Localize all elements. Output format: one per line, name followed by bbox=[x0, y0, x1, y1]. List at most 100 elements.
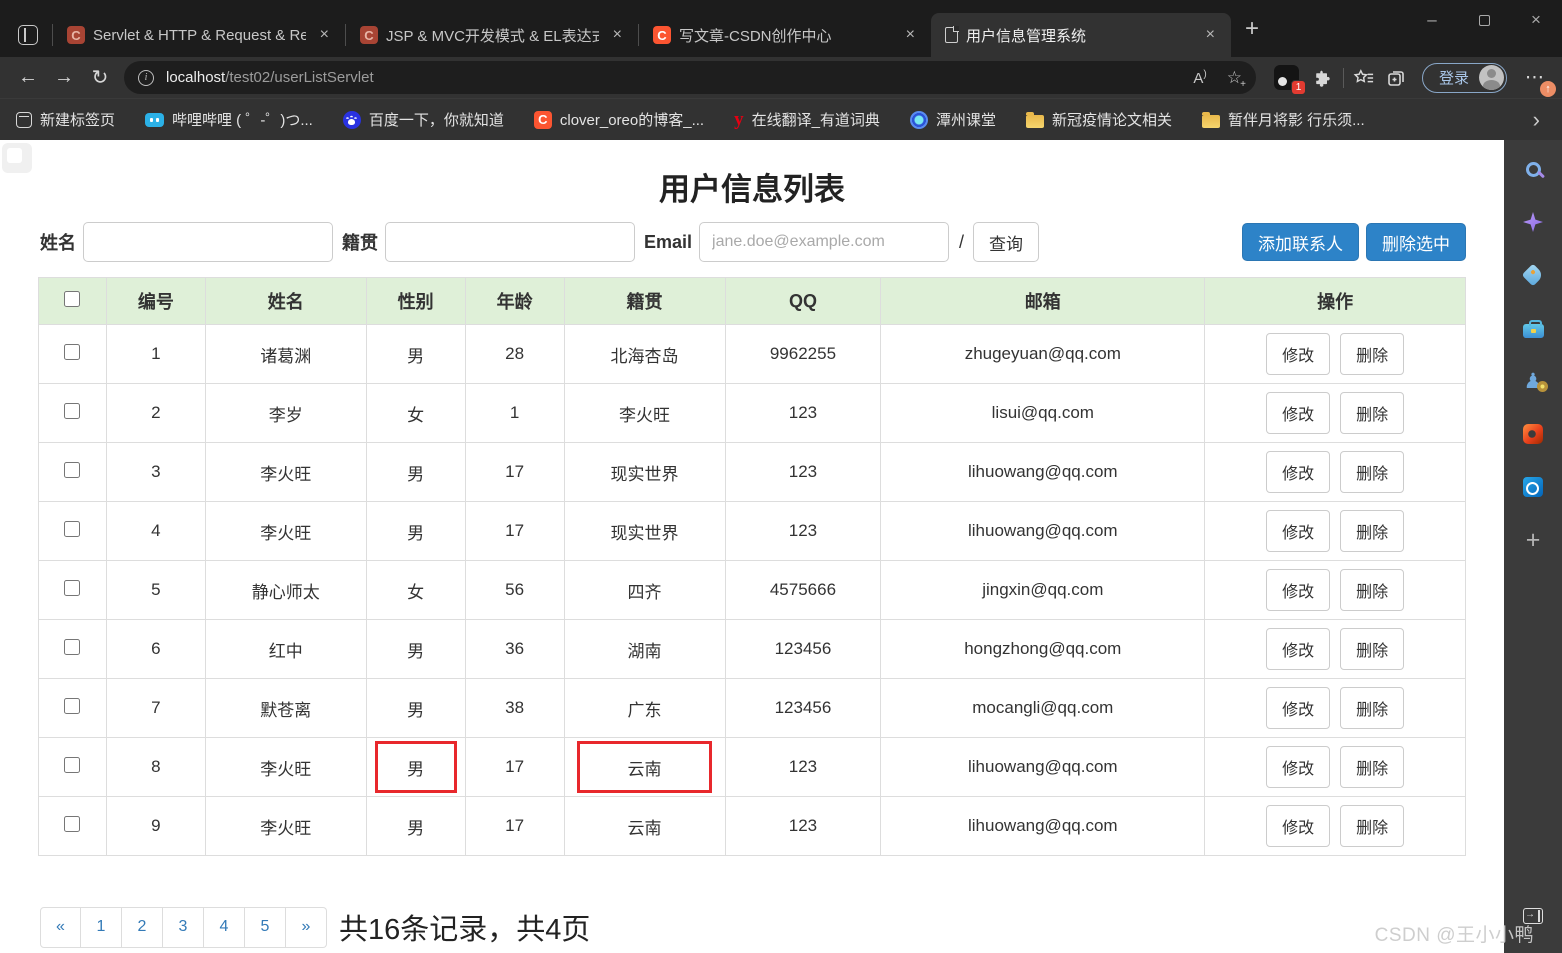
column-header: 编号 bbox=[105, 277, 206, 325]
search-icon[interactable] bbox=[1520, 156, 1546, 182]
read-aloud-icon[interactable]: A) bbox=[1193, 69, 1206, 87]
delete-button[interactable]: 删除 bbox=[1340, 510, 1405, 552]
origin-filter-input[interactable] bbox=[385, 222, 635, 262]
new-tab-button[interactable]: + bbox=[1245, 15, 1259, 43]
csdn-favicon: C bbox=[653, 26, 671, 44]
bookmark-bilibili[interactable]: 哔哩哔哩 ( ゜-゜)つ... bbox=[145, 109, 313, 130]
tab-close-icon[interactable]: × bbox=[314, 26, 335, 44]
edit-button[interactable]: 修改 bbox=[1266, 510, 1331, 552]
bookmark-baidu[interactable]: 百度一下，你就知道 bbox=[342, 109, 504, 130]
delete-button[interactable]: 删除 bbox=[1340, 569, 1405, 611]
tab-jsp-mvc[interactable]: C JSP & MVC开发模式 & EL表达式 × bbox=[346, 13, 638, 57]
delete-button[interactable]: 删除 bbox=[1340, 451, 1405, 493]
office-icon[interactable] bbox=[1520, 421, 1546, 447]
pager-page-1[interactable]: 1 bbox=[81, 906, 122, 948]
row-checkbox[interactable] bbox=[64, 638, 81, 655]
tab-close-icon[interactable]: × bbox=[607, 26, 628, 44]
tab-close-icon[interactable]: × bbox=[1200, 26, 1221, 44]
delete-button[interactable]: 删除 bbox=[1340, 628, 1405, 670]
forward-icon[interactable]: → bbox=[46, 61, 82, 95]
close-button[interactable]: × bbox=[1510, 0, 1562, 40]
delete-button[interactable]: 删除 bbox=[1340, 805, 1405, 847]
pager-next[interactable]: » bbox=[286, 906, 327, 948]
edit-button[interactable]: 修改 bbox=[1266, 569, 1331, 611]
edit-button[interactable]: 修改 bbox=[1266, 687, 1331, 729]
extensions-puzzle-icon[interactable] bbox=[1307, 62, 1339, 94]
cell-text: 123 bbox=[788, 462, 818, 481]
pager-page-5[interactable]: 5 bbox=[245, 906, 286, 948]
bookmark-folder[interactable]: 暂伴月将影 行乐须... bbox=[1201, 109, 1365, 130]
cell-qq: 4575666 bbox=[724, 560, 882, 620]
tab-user-management-active[interactable]: 用户信息管理系统 × bbox=[931, 13, 1231, 57]
shopping-tag-icon[interactable] bbox=[1520, 262, 1546, 288]
bookmarks-overflow-icon[interactable]: › bbox=[1533, 107, 1546, 133]
cell-age: 17 bbox=[464, 737, 565, 797]
pager-page-4[interactable]: 4 bbox=[204, 906, 245, 948]
pager-prev[interactable]: « bbox=[40, 906, 81, 948]
delete-button[interactable]: 删除 bbox=[1340, 392, 1405, 434]
add-favorite-icon[interactable]: ☆ + bbox=[1227, 68, 1246, 90]
name-filter-input[interactable] bbox=[83, 222, 333, 262]
bookmark-youdao[interactable]: 在线翻译_有道词典 bbox=[734, 109, 880, 131]
bookmark-folder[interactable]: 新冠疫情论文相关 bbox=[1025, 109, 1172, 130]
cell-actions: 修改 删除 bbox=[1204, 383, 1466, 443]
cell-age: 28 bbox=[464, 324, 565, 384]
outlook-icon[interactable] bbox=[1520, 474, 1546, 500]
delete-button[interactable]: 删除 bbox=[1340, 746, 1405, 788]
folder-icon bbox=[1025, 111, 1044, 128]
row-checkbox[interactable] bbox=[64, 756, 81, 773]
toolbox-icon[interactable] bbox=[1520, 315, 1546, 341]
cell-text: 男 bbox=[407, 523, 425, 543]
bookmark-newtab[interactable]: 新建标签页 bbox=[16, 109, 115, 130]
row-checkbox[interactable] bbox=[64, 815, 81, 832]
cell-text: lihuowang@qq.com bbox=[968, 462, 1118, 481]
games-icon[interactable] bbox=[1520, 368, 1549, 394]
row-checkbox[interactable] bbox=[64, 402, 81, 419]
bookmark-csdn[interactable]: clover_oreo的博客_... bbox=[533, 109, 704, 130]
delete-button[interactable]: 删除 bbox=[1340, 333, 1405, 375]
cell-text: zhugeyuan@qq.com bbox=[964, 344, 1121, 363]
row-checkbox[interactable] bbox=[64, 343, 81, 360]
add-app-icon[interactable] bbox=[1520, 527, 1546, 553]
favorites-icon[interactable] bbox=[1348, 62, 1380, 94]
pager-page-2[interactable]: 2 bbox=[122, 906, 163, 948]
select-all-checkbox[interactable] bbox=[64, 290, 81, 307]
edit-button[interactable]: 修改 bbox=[1266, 746, 1331, 788]
search-button[interactable]: 查询 bbox=[973, 222, 1040, 262]
cell-text: 3 bbox=[151, 462, 161, 481]
collections-icon[interactable] bbox=[1380, 62, 1412, 94]
url-text[interactable]: localhost/test02/userListServlet bbox=[166, 69, 374, 86]
minimize-button[interactable]: – bbox=[1406, 0, 1458, 40]
row-checkbox[interactable] bbox=[64, 461, 81, 478]
pager-page-3[interactable]: 3 bbox=[163, 906, 204, 948]
tab-actions-icon[interactable] bbox=[18, 25, 38, 45]
column-header: 操作 bbox=[1204, 277, 1466, 325]
address-bar[interactable]: i localhost/test02/userListServlet A) ☆ + bbox=[124, 61, 1256, 94]
row-checkbox[interactable] bbox=[64, 697, 81, 714]
login-button[interactable]: 登录 bbox=[1421, 62, 1507, 93]
edit-button[interactable]: 修改 bbox=[1266, 451, 1331, 493]
bookmark-tanzhou[interactable]: 潭州课堂 bbox=[909, 109, 996, 130]
edit-button[interactable]: 修改 bbox=[1266, 628, 1331, 670]
delete-selected-button[interactable]: 删除选中 bbox=[1366, 223, 1466, 261]
email-filter-input[interactable] bbox=[699, 222, 950, 262]
back-icon[interactable]: ← bbox=[10, 61, 46, 95]
tab-close-icon[interactable]: × bbox=[900, 26, 921, 44]
cell-text: 2 bbox=[151, 403, 161, 422]
edit-button[interactable]: 修改 bbox=[1266, 333, 1331, 375]
row-checkbox[interactable] bbox=[64, 520, 81, 537]
tab-csdn-editor[interactable]: C 写文章-CSDN创作中心 × bbox=[639, 13, 931, 57]
maximize-button[interactable] bbox=[1458, 0, 1510, 40]
refresh-icon[interactable]: ↻ bbox=[82, 61, 118, 95]
tab-servlet-http[interactable]: C Servlet & HTTP & Request & Res × bbox=[53, 13, 345, 57]
delete-button[interactable]: 删除 bbox=[1340, 687, 1405, 729]
more-menu-icon[interactable]: ⋯ ↑ bbox=[1517, 66, 1556, 97]
add-contact-button[interactable]: 添加联系人 bbox=[1242, 223, 1359, 261]
site-info-icon[interactable]: i bbox=[138, 69, 154, 86]
edit-button[interactable]: 修改 bbox=[1266, 805, 1331, 847]
discover-sparkle-icon[interactable] bbox=[1520, 209, 1546, 235]
row-checkbox[interactable] bbox=[64, 579, 81, 596]
edit-button[interactable]: 修改 bbox=[1266, 392, 1331, 434]
extension-app-icon[interactable]: 1 bbox=[1273, 65, 1306, 95]
cell-text: lihuowang@qq.com bbox=[968, 816, 1118, 835]
